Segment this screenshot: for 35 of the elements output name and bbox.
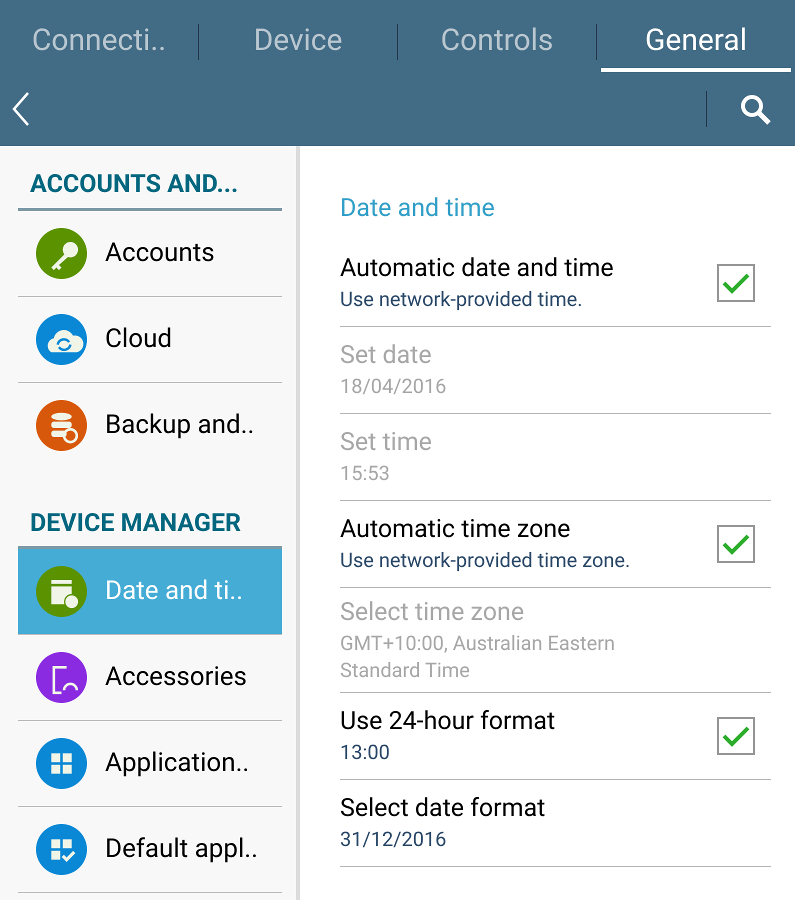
setting-row[interactable]: Use 24-hour format 13:00	[340, 692, 771, 780]
setting-summary: 13:00	[340, 739, 391, 766]
tab[interactable]: General	[601, 12, 791, 72]
setting-title: Select date format	[340, 793, 546, 825]
setting-title: Automatic time zone	[340, 514, 572, 546]
sidebar-item[interactable]: Cloud	[18, 296, 282, 382]
setting-summary: 31/12/2016	[340, 826, 448, 853]
sidebar-item[interactable]: Accounts	[18, 210, 282, 296]
setting-title: Set time	[340, 427, 433, 459]
sidebar-item[interactable]: Application..	[18, 721, 282, 807]
setting-summary: GMT+10:00, Australian Eastern Standard Time	[340, 630, 616, 684]
checkbox[interactable]	[717, 264, 755, 302]
setting-summary: 15:53	[340, 460, 391, 487]
setting-row[interactable]: Select date format 31/12/2016	[340, 780, 771, 866]
checkmark-icon	[721, 270, 751, 294]
setting-title: Set date	[340, 340, 433, 372]
checkbox[interactable]	[717, 524, 755, 562]
setting-title: Use 24-hour format	[340, 706, 556, 738]
setting-summary: 18/04/2016	[340, 373, 448, 400]
section-header: ACCOUNTS AND...	[18, 166, 282, 210]
search-icon	[738, 92, 772, 126]
setting-row[interactable]: Automatic time zone Use network-provided time zone.	[340, 500, 771, 588]
sidebar-item[interactable]: Default appl..	[18, 807, 282, 893]
setting-summary: Use network-provided time zone.	[340, 547, 632, 574]
setting-row[interactable]: Automatic date and time Use network-provided time.	[340, 240, 771, 326]
sidebar-item[interactable]: Accessories	[18, 635, 282, 721]
checkmark-icon	[721, 724, 751, 748]
back-icon	[12, 92, 30, 126]
checkmark-icon	[721, 532, 751, 556]
section-heading: Date and time	[340, 193, 496, 225]
sidebar-item[interactable]: Backup and..	[18, 382, 282, 468]
setting-title: Select time zone	[340, 596, 526, 628]
setting-summary: Use network-provided time.	[340, 286, 584, 313]
setting-title: Automatic date and time	[340, 253, 615, 285]
checkbox[interactable]	[717, 716, 755, 754]
